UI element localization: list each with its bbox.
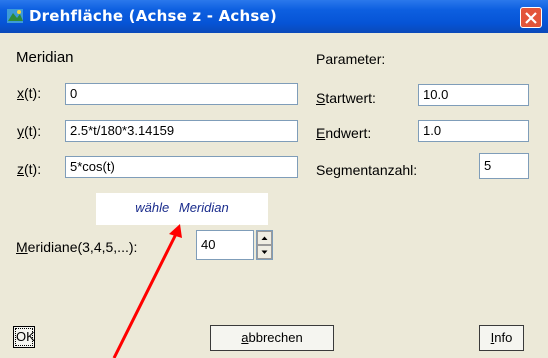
close-button[interactable] [520,7,542,28]
meridian-count-spinner[interactable] [256,230,273,260]
y-label: y(t): [17,123,42,139]
spin-up-button[interactable] [257,231,272,245]
x-function-input[interactable]: 0 [65,83,298,105]
start-value-input[interactable]: 10.0 [418,84,529,106]
segments-input[interactable]: 5 [479,153,529,179]
end-label: Endwert: [316,125,372,141]
ok-button[interactable]: OK [13,326,35,348]
cancel-button[interactable]: abbrechen [210,325,334,351]
window-title: Drehfläche (Achse z - Achse) [29,7,277,25]
dialog-window: Drehfläche (Achse z - Achse) Meridian x(… [0,0,548,358]
select-meridian-button[interactable]: wähle Meridian [96,193,268,225]
start-label: Startwert: [316,90,376,106]
info-button[interactable]: Info [479,325,524,351]
close-icon [525,12,537,24]
spin-down-button[interactable] [257,245,272,259]
meridian-heading: Meridian [16,49,74,66]
y-function-input[interactable]: 2.5*t/180*3.14159 [65,120,298,142]
app-icon [7,9,23,23]
arrow-down-icon [261,250,268,254]
ok-label: OK [15,328,35,346]
info-label: Info [490,330,513,345]
title-bar[interactable]: Drehfläche (Achse z - Achse) [0,0,548,33]
segments-label: Segmentanzahl: [316,162,418,178]
end-value-input[interactable]: 1.0 [418,120,529,142]
x-label: x(t): [17,85,42,101]
arrow-up-icon [261,236,268,240]
z-function-input[interactable]: 5*cos(t) [65,156,298,178]
meridian-count-label: Meridiane(3,4,5,...): [16,239,138,255]
cancel-label: abbrechen [241,330,303,345]
parameter-heading: Parameter: [316,51,386,67]
dialog-body [3,33,545,358]
meridian-count-input[interactable]: 40 [196,230,254,260]
z-label: z(t): [17,161,42,177]
select-meridian-label: wähle Meridian [135,200,229,215]
